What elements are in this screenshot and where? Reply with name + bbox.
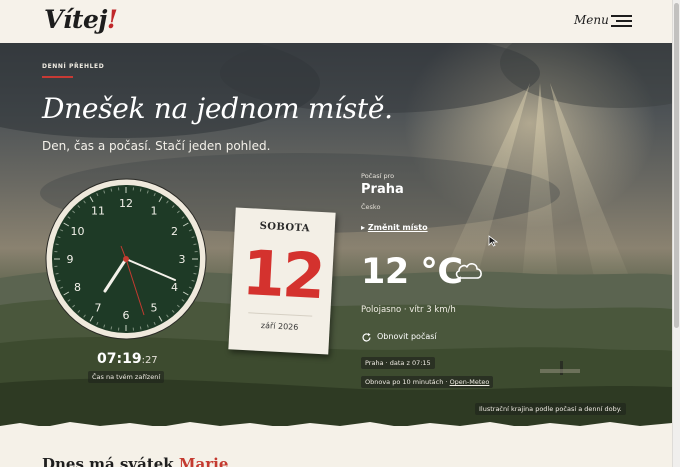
analog-clock: 12 12 3 45 6 7 8 9 10 11 [45, 178, 207, 340]
illustration-note: Ilustrační krajina podle počasí a denní … [475, 403, 626, 415]
weather-city: Praha [361, 182, 404, 197]
clock-numeral: 6 [123, 309, 130, 322]
clock-numeral: 11 [91, 205, 105, 218]
time-main: 07:19 [97, 351, 142, 367]
clock-numeral: 10 [71, 225, 85, 238]
scrollbar-thumb[interactable] [674, 3, 679, 328]
time-seconds: :27 [141, 355, 158, 366]
hamburger-icon [611, 15, 632, 28]
clock-tick [110, 326, 113, 330]
clock-numeral: 2 [171, 225, 178, 238]
clock-tick [193, 243, 197, 246]
menu-label: Menu [574, 13, 609, 27]
clock-tick [55, 243, 59, 246]
clock-numeral: 8 [74, 281, 81, 294]
clock-numeral: 5 [151, 301, 158, 314]
clock-tick [139, 188, 142, 192]
section-eyebrow: DENNÍ PŘEHLED [42, 63, 105, 70]
clock-numeral: 12 [119, 197, 133, 210]
play-arrow-icon: ▸ [361, 223, 366, 232]
clock-numeral: 7 [95, 301, 102, 314]
clock-numeral: 9 [67, 253, 74, 266]
menu-button[interactable]: Menu [574, 13, 634, 31]
clock-numeral: 4 [171, 281, 178, 294]
calendar-weekday: SOBOTA [259, 220, 311, 235]
page-scrollbar[interactable] [672, 0, 680, 467]
mouse-cursor-icon [488, 235, 499, 247]
change-location-label: Změnit místo [367, 223, 428, 232]
site-logo[interactable]: Vítej! [44, 5, 118, 34]
open-meteo-link[interactable]: Open-Meteo [450, 378, 490, 386]
clock-tick [55, 272, 59, 275]
eyebrow-underline [42, 76, 73, 78]
nameday-name: Marie [178, 455, 229, 467]
weather-country: Česko [361, 203, 381, 211]
clock-tick [193, 272, 197, 275]
calendar-divider [248, 312, 313, 317]
clock-tick [139, 326, 142, 330]
logo-accent: ! [106, 5, 118, 34]
refresh-info-badge: Obnova po 10 minutách · Open-Meteo [361, 376, 494, 388]
clock-numeral: 3 [179, 253, 186, 266]
cloud-icon [455, 263, 482, 279]
top-bar: Vítej! Menu [0, 0, 672, 43]
refresh-info-text: Obnova po 10 minutách · [365, 378, 448, 386]
clock-tick [110, 188, 113, 192]
weather-label: Počasí pro [361, 172, 395, 180]
logo-text: Vítej [44, 5, 107, 34]
temperature: 12 °C [361, 252, 463, 292]
weather-description: Polojasno · vítr 3 km/h [361, 305, 456, 315]
calendar-month: září 2026 [260, 320, 299, 332]
data-info-badge: Praha · data z 07:15 [361, 357, 435, 369]
calendar-day: 12 [240, 235, 325, 314]
refresh-label: Obnovit počasí [377, 332, 437, 341]
calendar-sheet: SOBOTA 12 září 2026 [228, 207, 336, 355]
page-subtitle: Den, čas a počasí. Stačí jeden pohled. [42, 139, 271, 153]
page-title: Dnešek na jednom místě. [42, 92, 393, 125]
clock-numeral: 1 [151, 205, 158, 218]
refresh-icon [362, 333, 371, 342]
digital-time: 07:19:27 [97, 351, 158, 367]
change-location-link[interactable]: ▸ Změnit místo [361, 223, 428, 232]
clock-note: Čas na tvém zařízení [88, 371, 165, 383]
nameday-heading: Dnes má svátek Marie [42, 455, 228, 467]
nameday-prefix: Dnes má svátek [42, 455, 174, 467]
